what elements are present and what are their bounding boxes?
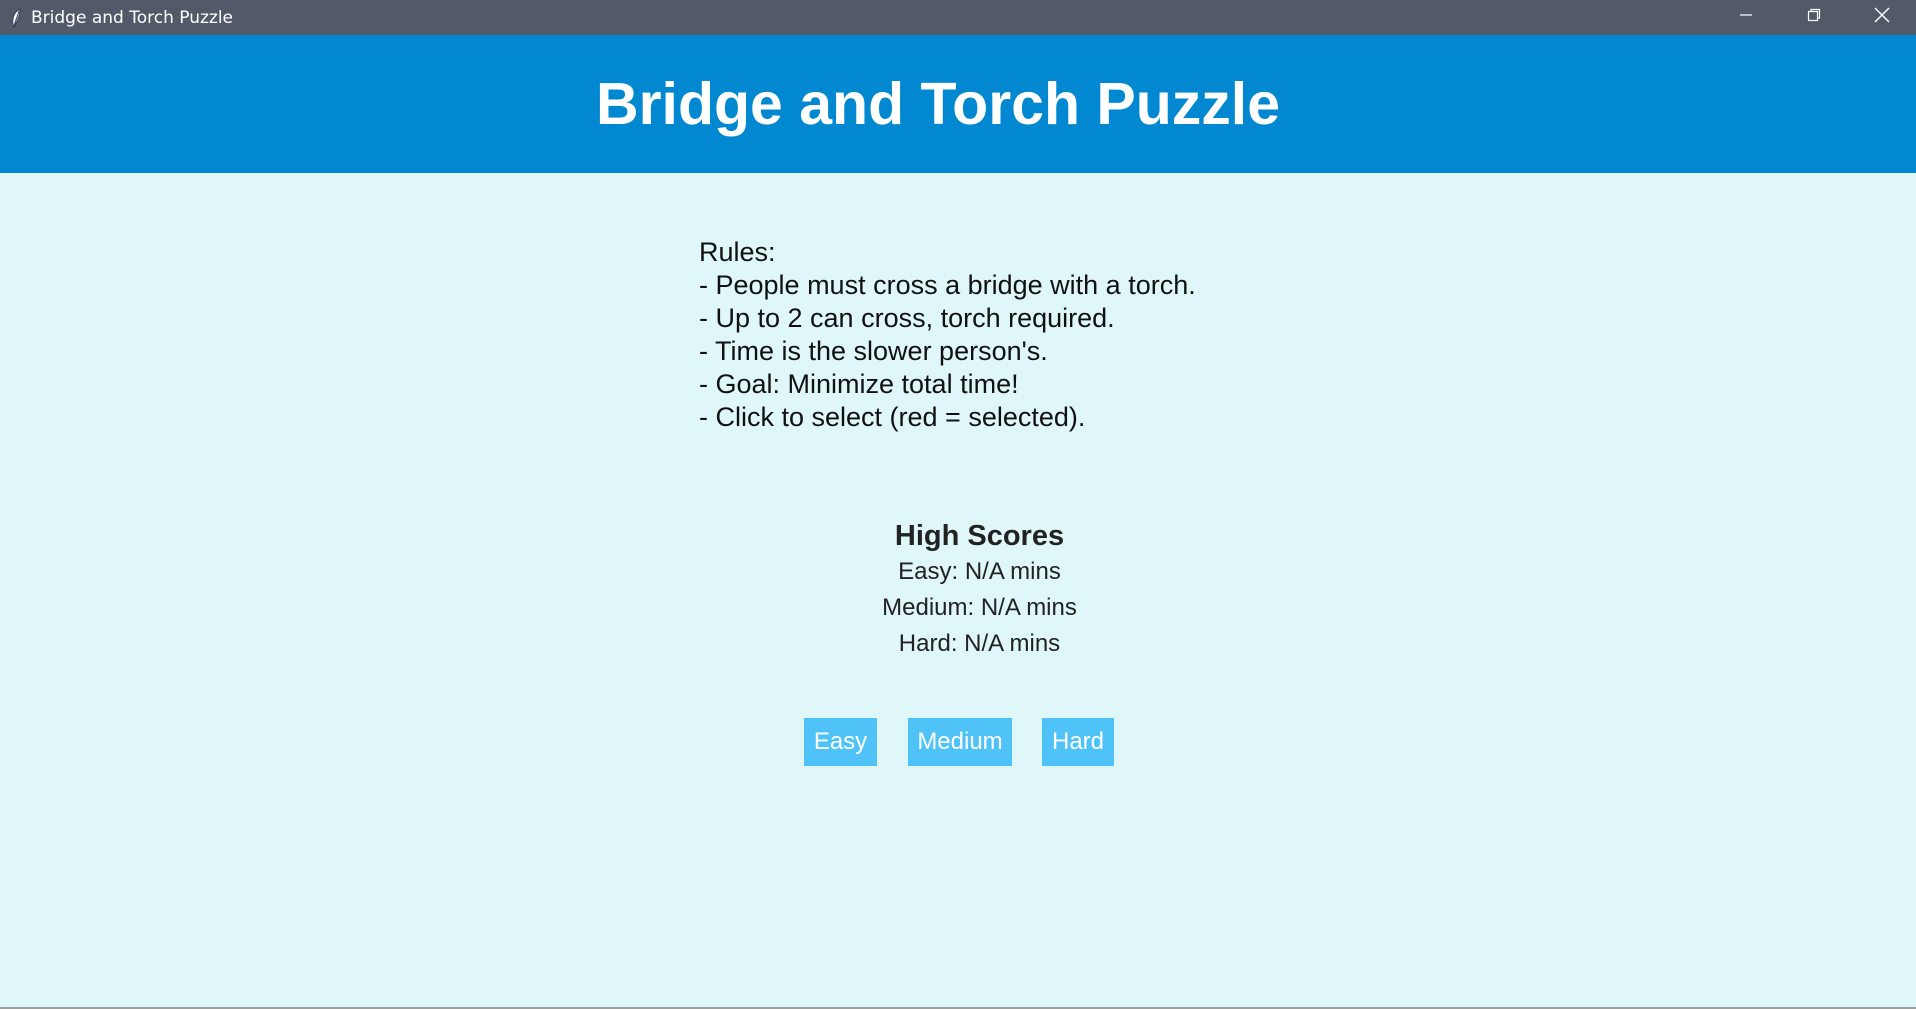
window-titlebar[interactable]: Bridge and Torch Puzzle (0, 0, 1916, 35)
rule-line: - Time is the slower person's. (699, 336, 1048, 366)
high-score-medium: Medium: N/A mins (882, 594, 1077, 621)
rules-panel: Rules: - People must cross a bridge with… (699, 236, 1196, 434)
difficulty-buttons: Easy Medium Hard (0, 718, 1916, 766)
rules-heading: Rules: (699, 237, 776, 267)
minimize-button[interactable] (1712, 0, 1780, 35)
high-score-easy: Easy: N/A mins (898, 558, 1061, 585)
easy-button[interactable]: Easy (804, 718, 877, 766)
hard-button[interactable]: Hard (1042, 718, 1114, 766)
window-controls (1712, 0, 1916, 35)
restore-icon (1807, 8, 1821, 27)
high-score-hard: Hard: N/A mins (898, 630, 1061, 657)
page-title: Bridge and Torch Puzzle (595, 71, 1281, 137)
close-button[interactable] (1848, 0, 1916, 35)
window-title: Bridge and Torch Puzzle (31, 7, 233, 28)
medium-button[interactable]: Medium (908, 718, 1012, 766)
high-scores-panel: High Scores Easy: N/A mins Medium: N/A m… (0, 518, 1916, 662)
rule-line: - Goal: Minimize total time! (699, 369, 1019, 399)
rule-line: - People must cross a bridge with a torc… (699, 270, 1196, 300)
close-icon (1874, 7, 1890, 28)
high-scores-heading: High Scores (894, 520, 1065, 552)
minimize-icon (1739, 8, 1753, 27)
header-banner: Bridge and Torch Puzzle (0, 35, 1916, 173)
feather-icon (9, 7, 23, 28)
restore-button[interactable] (1780, 0, 1848, 35)
rule-line: - Click to select (red = selected). (699, 402, 1086, 432)
rule-line: - Up to 2 can cross, torch required. (699, 303, 1115, 333)
